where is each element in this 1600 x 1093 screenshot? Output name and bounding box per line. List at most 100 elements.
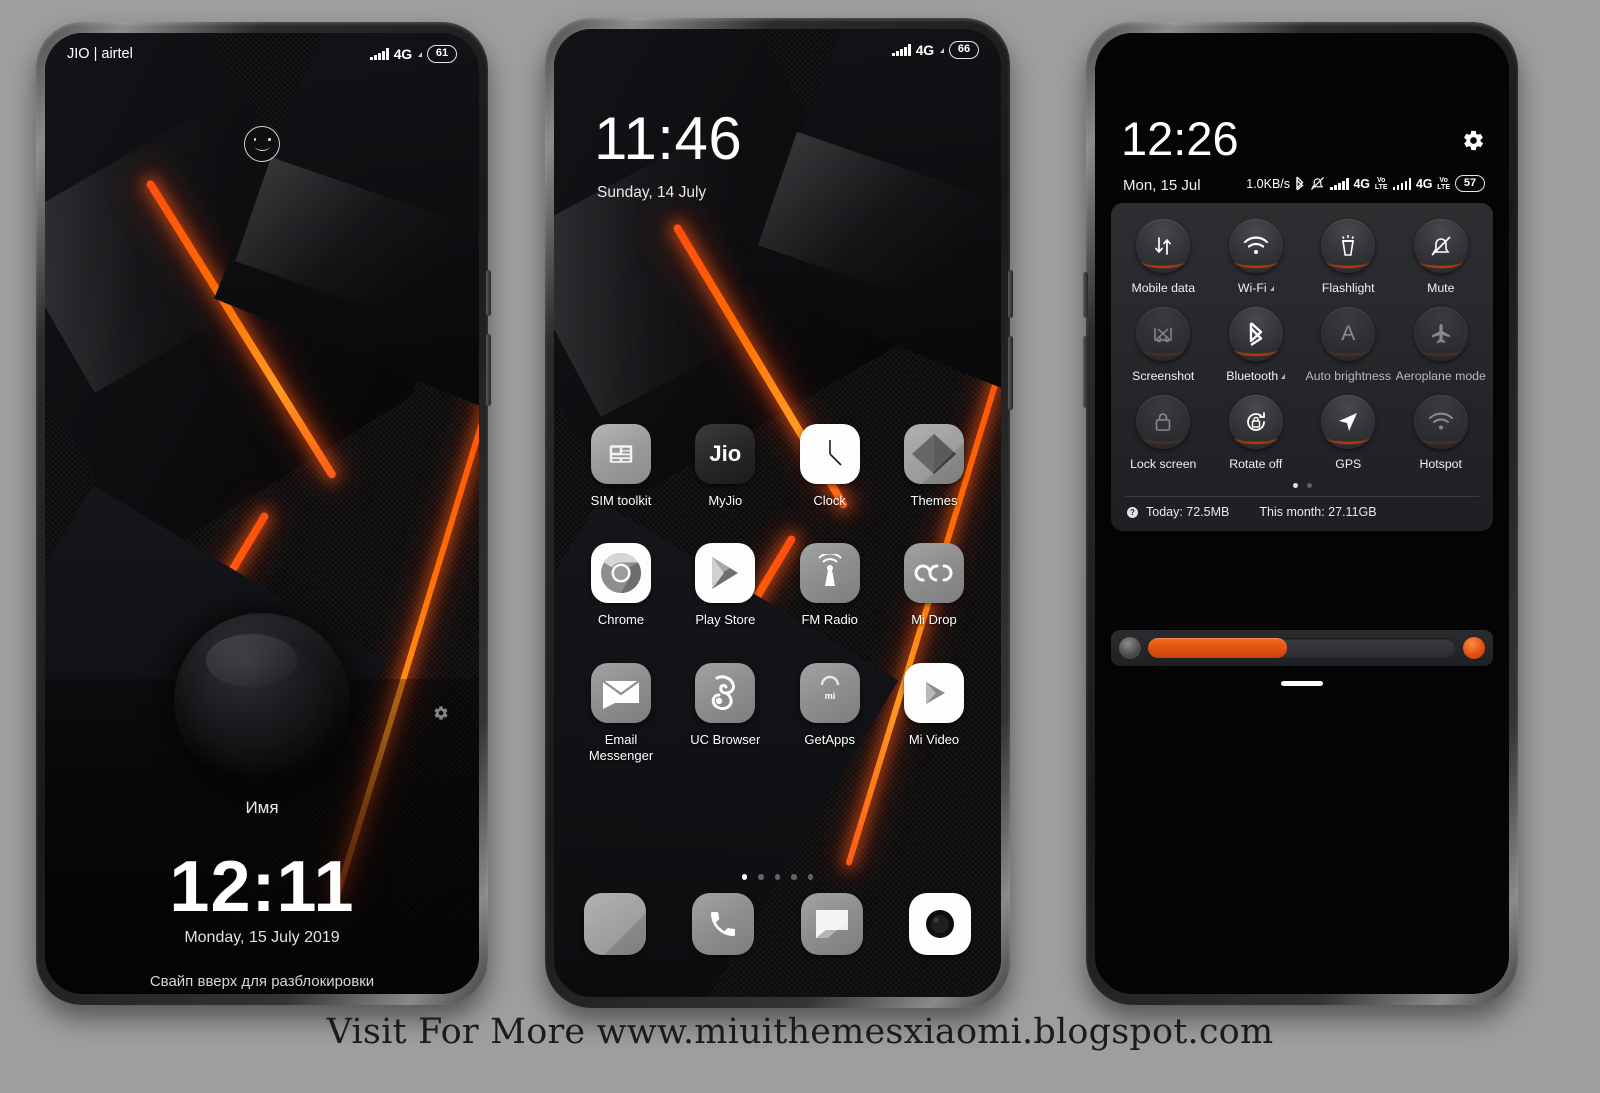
themes-icon <box>903 424 964 484</box>
gear-icon[interactable] <box>433 705 449 721</box>
gps-icon[interactable] <box>1321 395 1376 449</box>
network-sim2-label: 4G <box>1416 176 1433 191</box>
phone-notification-shade: 12:26 Mon, 15 Jul 1.0KB/s 4G VoLTE 4G V <box>1083 22 1518 1005</box>
toggle-label: Lock screen <box>1130 457 1197 471</box>
messaging-icon[interactable] <box>800 893 863 955</box>
toggle-flashlight[interactable]: Flashlight <box>1302 219 1395 295</box>
hotspot-icon[interactable] <box>1413 395 1468 449</box>
app-getapps[interactable]: mi GetApps <box>783 662 877 765</box>
home-date-widget[interactable]: Sunday, 14 July <box>597 184 706 202</box>
volume-button[interactable] <box>1083 336 1088 408</box>
page-dot[interactable] <box>741 874 748 880</box>
toggle-label: Bluetooth <box>1226 369 1279 383</box>
volte-sim1-icon: Vo LTE <box>1374 176 1388 191</box>
smiley-face-icon <box>244 126 280 162</box>
brightness-track[interactable] <box>1148 638 1456 658</box>
gallery-icon[interactable] <box>584 893 646 955</box>
shade-drag-handle[interactable] <box>1281 681 1323 686</box>
page-dot[interactable] <box>807 874 814 880</box>
app-themes[interactable]: Themes <box>887 424 981 509</box>
mi-video-icon <box>903 662 964 723</box>
phone-home-screen: 4G 66 11:46 Sunday, 14 July SIM toolkit … <box>545 18 1013 1008</box>
home-page-indicator[interactable] <box>554 874 1001 880</box>
toggle-hotspot[interactable]: Hotspot <box>1395 395 1488 471</box>
expand-arrow-icon[interactable] <box>1269 285 1274 291</box>
page-dot[interactable] <box>774 874 781 880</box>
home-screen-display: 4G 66 11:46 Sunday, 14 July SIM toolkit … <box>554 29 1001 997</box>
getapps-icon: mi <box>799 662 860 723</box>
volume-button[interactable] <box>486 334 491 406</box>
toggle-screenshot[interactable]: Screenshot <box>1117 307 1210 383</box>
app-clock[interactable]: Clock <box>783 424 877 509</box>
toggle-gps[interactable]: GPS <box>1302 395 1395 471</box>
page-dot[interactable] <box>791 874 797 880</box>
mobile-data-icon[interactable] <box>1136 219 1191 273</box>
toggle-mobile-data[interactable]: Mobile data <box>1117 219 1210 295</box>
quick-settings-page-indicator[interactable] <box>1117 483 1487 488</box>
play-store-icon <box>695 543 756 604</box>
page-dot[interactable] <box>1306 483 1312 488</box>
network-label: 4G <box>393 46 412 62</box>
info-icon: ? <box>1127 506 1138 518</box>
app-label: Email Messenger <box>588 731 654 763</box>
bluetooth-icon <box>1296 176 1304 191</box>
app-myjio[interactable]: Jio MyJio <box>678 424 772 509</box>
quick-settings-row: Screenshot Bluetooth A Auto brightness A… <box>1117 307 1487 383</box>
toggle-label: Aeroplane mode <box>1395 369 1486 383</box>
lock-icon[interactable] <box>1136 395 1191 449</box>
auto-brightness-icon[interactable]: A <box>1321 307 1376 361</box>
toggle-aeroplane-mode[interactable]: Aeroplane mode <box>1395 307 1488 383</box>
bluetooth-icon[interactable] <box>1228 307 1283 361</box>
owner-name: Имя <box>245 798 279 817</box>
quick-settings-panel: Mobile data Wi-Fi Flashlight Mute Screen… <box>1111 203 1493 531</box>
page-dot[interactable] <box>758 874 764 880</box>
home-clock-widget[interactable]: 11:46 <box>594 109 742 169</box>
app-sim-toolkit[interactable]: SIM toolkit <box>574 424 668 509</box>
wifi-icon[interactable] <box>1228 219 1283 273</box>
app-row: Email Messenger UC Browser mi GetApps Mi… <box>574 662 981 765</box>
notification-shade-display: 12:26 Mon, 15 Jul 1.0KB/s 4G VoLTE 4G V <box>1095 33 1509 994</box>
power-button[interactable] <box>1008 270 1013 318</box>
app-chrome[interactable]: Chrome <box>574 543 668 628</box>
toggle-bluetooth[interactable]: Bluetooth <box>1210 307 1303 383</box>
app-row: SIM toolkit Jio MyJio Clock Themes <box>574 424 981 509</box>
app-email-messenger[interactable]: Email Messenger <box>574 662 668 765</box>
status-bar-shade: 1.0KB/s 4G Vo LTE 4G Vo LTE 57 <box>1246 175 1485 193</box>
page-dot[interactable] <box>1292 483 1298 488</box>
flashlight-icon[interactable] <box>1321 219 1376 273</box>
app-fm-radio[interactable]: FM Radio <box>783 543 877 628</box>
power-button[interactable] <box>1083 272 1088 318</box>
uc-browser-icon <box>695 662 756 723</box>
expand-arrow-icon[interactable] <box>1281 373 1286 379</box>
carrier-label: JIO | airtel <box>67 46 133 62</box>
phone-icon[interactable] <box>692 893 755 955</box>
app-uc-browser[interactable]: UC Browser <box>678 662 772 765</box>
unlock-hint: Свайп вверх для разблокировки <box>149 973 375 990</box>
app-label: MyJio <box>708 493 743 508</box>
toggle-mute[interactable]: Mute <box>1395 219 1488 295</box>
toggle-lock-screen[interactable]: Lock screen <box>1117 395 1210 471</box>
app-mi-drop[interactable]: Mi Drop <box>887 543 981 628</box>
data-usage-row[interactable]: ? Today: 72.5MB This month: 27.11GB <box>1117 505 1487 523</box>
camera-icon[interactable] <box>908 893 971 955</box>
power-button[interactable] <box>486 270 491 316</box>
aeroplane-icon[interactable] <box>1413 307 1468 361</box>
mi-drop-icon <box>903 543 964 604</box>
mute-bell-icon[interactable] <box>1413 219 1468 273</box>
app-label: Themes <box>910 493 958 508</box>
sim-toolkit-icon <box>591 424 651 484</box>
data-arrow-icon <box>940 47 944 53</box>
screenshot-icon[interactable] <box>1136 307 1191 361</box>
rotate-lock-icon[interactable] <box>1228 395 1283 449</box>
volume-button[interactable] <box>1008 336 1013 410</box>
toggle-label: GPS <box>1335 457 1362 471</box>
gear-icon[interactable] <box>1462 129 1485 152</box>
app-play-store[interactable]: Play Store <box>678 543 772 628</box>
toggle-wifi[interactable]: Wi-Fi <box>1210 219 1303 295</box>
brightness-slider[interactable] <box>1111 630 1493 666</box>
lock-screen-display: JIO | airtel 4G 61 Имя 12:11 Monday, 15 … <box>45 33 479 994</box>
toggle-auto-brightness[interactable]: A Auto brightness <box>1302 307 1395 383</box>
battery-badge: 66 <box>949 41 979 59</box>
toggle-rotate-off[interactable]: Rotate off <box>1210 395 1303 471</box>
app-mi-video[interactable]: Mi Video <box>887 662 981 765</box>
